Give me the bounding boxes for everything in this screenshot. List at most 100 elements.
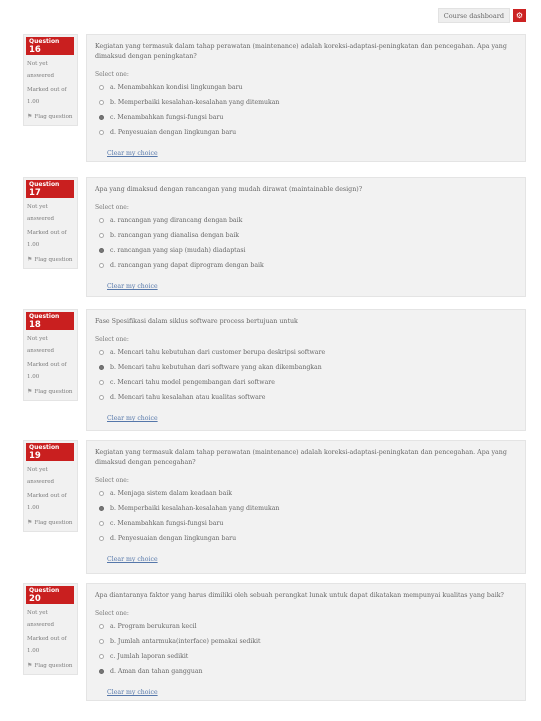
question-content: Kegiatan yang termasuk dalam tahap peraw… <box>86 34 526 162</box>
radio-button[interactable] <box>99 248 104 253</box>
clear-choice-link[interactable]: Clear my choice <box>107 689 158 696</box>
question-info: Question 16 Not yet answered Marked out … <box>23 34 78 126</box>
answer-option[interactable]: c. Menambahkan fungsi-fungsi baru <box>95 110 515 125</box>
question-number: 17 <box>29 188 41 198</box>
question-info: Question 20 Not yet answered Marked out … <box>23 583 78 675</box>
radio-button[interactable] <box>99 669 104 674</box>
answer-option-label: b. Jumlah antarmuka(interface) pemakai s… <box>110 638 261 645</box>
answer-option-label: a. Menjaga sistem dalam keadaan baik <box>110 490 233 497</box>
radio-button[interactable] <box>99 350 104 355</box>
answer-option[interactable]: b. Memperbaiki kesalahan-kesalahan yang … <box>95 95 515 110</box>
answer-option[interactable]: b. rancangan yang dianalisa dengan baik <box>95 228 515 243</box>
question-number-badge: Question 18 <box>26 312 74 330</box>
answer-option[interactable]: d. Penyesuaian dengan lingkungan baru <box>95 531 515 546</box>
radio-button[interactable] <box>99 380 104 385</box>
answer-option[interactable]: a. Mencari tahu kebutuhan dari customer … <box>95 345 515 360</box>
flag-question-toggle[interactable]: ⚑ Flag question <box>27 388 74 395</box>
flag-question-label: Flag question <box>34 662 73 669</box>
select-prompt: Select one: <box>95 610 129 617</box>
radio-button[interactable] <box>99 233 104 238</box>
radio-button[interactable] <box>99 639 104 644</box>
answer-option[interactable]: a. Menambahkan kondisi lingkungan baru <box>95 80 515 95</box>
radio-button[interactable] <box>99 263 104 268</box>
course-dashboard-button[interactable]: Course dashboard <box>437 8 510 23</box>
question-text: Fase Spesifikasi dalam siklus software p… <box>95 318 298 325</box>
select-prompt: Select one: <box>95 204 129 211</box>
answer-option-label: d. Mencari tahu kesalahan atau kualitas … <box>110 394 266 401</box>
answer-option[interactable]: d. Aman dan tahan gangguan <box>95 664 515 679</box>
flag-question-toggle[interactable]: ⚑ Flag question <box>27 662 74 669</box>
answer-option-label: d. rancangan yang dapat diprogram dengan… <box>110 262 264 269</box>
question-block: Question 17 Not yet answered Marked out … <box>23 177 526 297</box>
radio-button[interactable] <box>99 624 104 629</box>
flag-question-label: Flag question <box>34 519 73 526</box>
answer-option[interactable]: a. Program berukuran kecil <box>95 619 515 634</box>
question-state: Not yet answered <box>27 61 55 79</box>
clear-choice-link[interactable]: Clear my choice <box>107 556 158 563</box>
radio-button[interactable] <box>99 365 104 370</box>
answer-option-label: a. rancangan yang dirancang dengan baik <box>110 217 243 224</box>
question-grade: Marked out of 1.00 <box>27 230 67 248</box>
answer-list: a. Menjaga sistem dalam keadaan baik b. … <box>95 486 515 546</box>
answer-option-label: a. Program berukuran kecil <box>110 623 197 630</box>
radio-button[interactable] <box>99 100 104 105</box>
question-number-badge: Question 16 <box>26 37 74 55</box>
question-label: Question <box>29 313 60 320</box>
answer-option-label: b. Mencari tahu kebutuhan dari software … <box>110 364 322 371</box>
answer-option[interactable]: b. Mencari tahu kebutuhan dari software … <box>95 360 515 375</box>
answer-list: a. Menambahkan kondisi lingkungan baru b… <box>95 80 515 140</box>
answer-list: a. rancangan yang dirancang dengan baik … <box>95 213 515 273</box>
flag-icon: ⚑ <box>27 388 33 395</box>
question-number-badge: Question 17 <box>26 180 74 198</box>
question-grade: Marked out of 1.00 <box>27 362 67 380</box>
answer-option-label: c. Jumlah laporan sedikit <box>110 653 189 660</box>
answer-option[interactable]: b. Memperbaiki kesalahan-kesalahan yang … <box>95 501 515 516</box>
answer-option[interactable]: c. Mencari tahu model pengembangan dari … <box>95 375 515 390</box>
answer-option[interactable]: c. rancangan yang siap (mudah) diadaptas… <box>95 243 515 258</box>
radio-button[interactable] <box>99 130 104 135</box>
flag-icon: ⚑ <box>27 256 33 263</box>
clear-choice-link[interactable]: Clear my choice <box>107 283 158 290</box>
radio-button[interactable] <box>99 536 104 541</box>
question-content: Apa yang dimaksud dengan rancangan yang … <box>86 177 526 297</box>
clear-choice-link[interactable]: Clear my choice <box>107 415 158 422</box>
answer-option-label: c. Mencari tahu model pengembangan dari … <box>110 379 275 386</box>
radio-button[interactable] <box>99 115 104 120</box>
radio-button[interactable] <box>99 506 104 511</box>
question-info: Question 19 Not yet answered Marked out … <box>23 440 78 532</box>
radio-button[interactable] <box>99 85 104 90</box>
select-prompt: Select one: <box>95 336 129 343</box>
radio-button[interactable] <box>99 491 104 496</box>
flag-question-label: Flag question <box>34 256 73 263</box>
question-label: Question <box>29 444 60 451</box>
question-number-badge: Question 19 <box>26 443 74 461</box>
question-number-badge: Question 20 <box>26 586 74 604</box>
question-state: Not yet answered <box>27 336 55 354</box>
select-prompt: Select one: <box>95 71 129 78</box>
radio-button[interactable] <box>99 218 104 223</box>
answer-option[interactable]: c. Jumlah laporan sedikit <box>95 649 515 664</box>
answer-option-label: b. rancangan yang dianalisa dengan baik <box>110 232 240 239</box>
answer-option[interactable]: a. Menjaga sistem dalam keadaan baik <box>95 486 515 501</box>
answer-option[interactable]: d. Mencari tahu kesalahan atau kualitas … <box>95 390 515 405</box>
radio-button[interactable] <box>99 521 104 526</box>
gear-icon[interactable]: ⚙ <box>513 9 526 22</box>
answer-option[interactable]: d. rancangan yang dapat diprogram dengan… <box>95 258 515 273</box>
radio-button[interactable] <box>99 395 104 400</box>
question-state: Not yet answered <box>27 610 55 628</box>
flag-question-toggle[interactable]: ⚑ Flag question <box>27 256 74 263</box>
answer-option[interactable]: d. Penyesuaian dengan lingkungan baru <box>95 125 515 140</box>
flag-question-toggle[interactable]: ⚑ Flag question <box>27 113 74 120</box>
answer-option[interactable]: c. Menambahkan fungsi-fungsi baru <box>95 516 515 531</box>
question-label: Question <box>29 38 60 45</box>
answer-option[interactable]: a. rancangan yang dirancang dengan baik <box>95 213 515 228</box>
clear-choice-link[interactable]: Clear my choice <box>107 150 158 157</box>
radio-button[interactable] <box>99 654 104 659</box>
top-bar: Course dashboard ⚙ <box>437 8 526 23</box>
question-info: Question 17 Not yet answered Marked out … <box>23 177 78 269</box>
answer-option[interactable]: b. Jumlah antarmuka(interface) pemakai s… <box>95 634 515 649</box>
question-state: Not yet answered <box>27 467 55 485</box>
question-text: Kegiatan yang termasuk dalam tahap peraw… <box>95 449 507 466</box>
flag-icon: ⚑ <box>27 519 33 526</box>
flag-question-toggle[interactable]: ⚑ Flag question <box>27 519 74 526</box>
